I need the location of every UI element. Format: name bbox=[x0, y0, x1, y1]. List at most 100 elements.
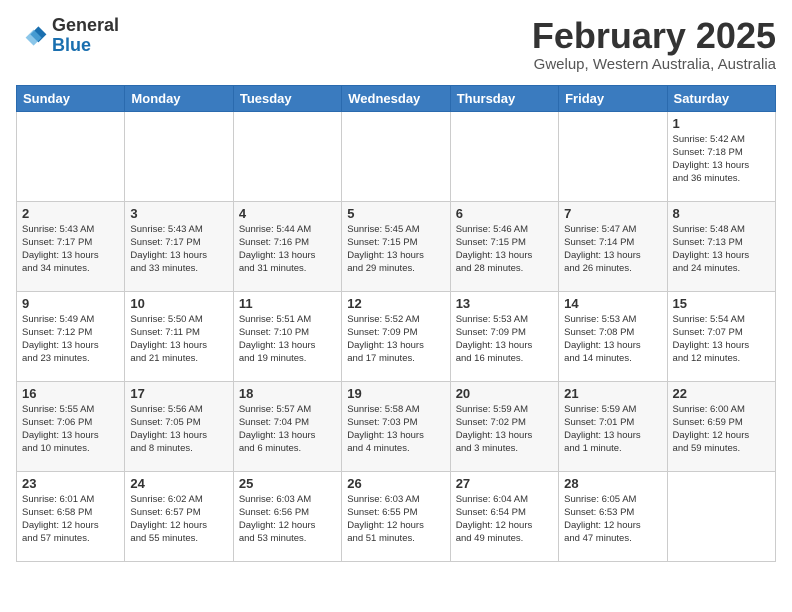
day-info: Sunrise: 6:00 AM Sunset: 6:59 PM Dayligh… bbox=[673, 403, 770, 456]
calendar-cell: 22 Sunrise: 6:00 AM Sunset: 6:59 PM Dayli… bbox=[667, 381, 775, 471]
calendar-cell: 13 Sunrise: 5:53 AM Sunset: 7:09 PM Dayli… bbox=[450, 291, 558, 381]
calendar-cell: 21Sunrise: 5:59 AM Sunset: 7:01 PM Dayli… bbox=[559, 381, 667, 471]
day-info: Sunrise: 5:59 AM Sunset: 7:02 PM Dayligh… bbox=[456, 403, 553, 456]
calendar-cell bbox=[667, 471, 775, 561]
day-number: 17 bbox=[130, 386, 227, 401]
day-number: 13 bbox=[456, 296, 553, 311]
day-info: Sunrise: 6:04 AM Sunset: 6:54 PM Dayligh… bbox=[456, 493, 553, 546]
day-number: 4 bbox=[239, 206, 336, 221]
day-info: Sunrise: 5:57 AM Sunset: 7:04 PM Dayligh… bbox=[239, 403, 336, 456]
header: General Blue February 2025 Gwelup, Weste… bbox=[16, 16, 776, 73]
calendar-cell: 23 Sunrise: 6:01 AM Sunset: 6:58 PM Dayli… bbox=[17, 471, 125, 561]
calendar-cell: 10 Sunrise: 5:50 AM Sunset: 7:11 PM Dayli… bbox=[125, 291, 233, 381]
logo-general-text: General bbox=[52, 15, 119, 35]
calendar-week-3: 9 Sunrise: 5:49 AM Sunset: 7:12 PM Daylig… bbox=[17, 291, 776, 381]
day-info: Sunrise: 5:43 AM Sunset: 7:17 PM Dayligh… bbox=[22, 223, 119, 276]
calendar-cell bbox=[233, 111, 341, 201]
day-number: 22 bbox=[673, 386, 770, 401]
day-number: 1 bbox=[673, 116, 770, 131]
day-info: Sunrise: 5:59 AM Sunset: 7:01 PM Dayligh… bbox=[564, 403, 661, 456]
calendar-header-row: SundayMondayTuesdayWednesdayThursdayFrid… bbox=[17, 85, 776, 111]
day-info: Sunrise: 5:52 AM Sunset: 7:09 PM Dayligh… bbox=[347, 313, 444, 366]
calendar-cell: 28Sunrise: 6:05 AM Sunset: 6:53 PM Dayli… bbox=[559, 471, 667, 561]
calendar-week-5: 23 Sunrise: 6:01 AM Sunset: 6:58 PM Dayli… bbox=[17, 471, 776, 561]
day-number: 16 bbox=[22, 386, 119, 401]
day-header-thursday: Thursday bbox=[450, 85, 558, 111]
day-info: Sunrise: 5:43 AM Sunset: 7:17 PM Dayligh… bbox=[130, 223, 227, 276]
day-info: Sunrise: 5:54 AM Sunset: 7:07 PM Dayligh… bbox=[673, 313, 770, 366]
calendar-cell: 20 Sunrise: 5:59 AM Sunset: 7:02 PM Dayli… bbox=[450, 381, 558, 471]
day-number: 7 bbox=[564, 206, 661, 221]
day-number: 2 bbox=[22, 206, 119, 221]
calendar-cell: 26 Sunrise: 6:03 AM Sunset: 6:55 PM Dayli… bbox=[342, 471, 450, 561]
calendar-cell: 1 Sunrise: 5:42 AM Sunset: 7:18 PM Daylig… bbox=[667, 111, 775, 201]
day-info: Sunrise: 5:53 AM Sunset: 7:08 PM Dayligh… bbox=[564, 313, 661, 366]
day-info: Sunrise: 6:02 AM Sunset: 6:57 PM Dayligh… bbox=[130, 493, 227, 546]
day-number: 26 bbox=[347, 476, 444, 491]
day-number: 14 bbox=[564, 296, 661, 311]
day-info: Sunrise: 5:44 AM Sunset: 7:16 PM Dayligh… bbox=[239, 223, 336, 276]
day-info: Sunrise: 5:48 AM Sunset: 7:13 PM Dayligh… bbox=[673, 223, 770, 276]
day-number: 27 bbox=[456, 476, 553, 491]
month-year-title: February 2025 bbox=[532, 16, 776, 56]
location-subtitle: Gwelup, Western Australia, Australia bbox=[532, 56, 776, 73]
day-header-wednesday: Wednesday bbox=[342, 85, 450, 111]
day-info: Sunrise: 5:49 AM Sunset: 7:12 PM Dayligh… bbox=[22, 313, 119, 366]
day-info: Sunrise: 5:51 AM Sunset: 7:10 PM Dayligh… bbox=[239, 313, 336, 366]
day-number: 18 bbox=[239, 386, 336, 401]
calendar-cell: 2 Sunrise: 5:43 AM Sunset: 7:17 PM Daylig… bbox=[17, 201, 125, 291]
calendar-cell bbox=[342, 111, 450, 201]
logo-blue-text: Blue bbox=[52, 35, 91, 55]
day-number: 25 bbox=[239, 476, 336, 491]
calendar-cell: 6 Sunrise: 5:46 AM Sunset: 7:15 PM Daylig… bbox=[450, 201, 558, 291]
calendar-cell: 12 Sunrise: 5:52 AM Sunset: 7:09 PM Dayli… bbox=[342, 291, 450, 381]
day-info: Sunrise: 5:47 AM Sunset: 7:14 PM Dayligh… bbox=[564, 223, 661, 276]
calendar-cell: 27 Sunrise: 6:04 AM Sunset: 6:54 PM Dayli… bbox=[450, 471, 558, 561]
calendar-cell: 4 Sunrise: 5:44 AM Sunset: 7:16 PM Daylig… bbox=[233, 201, 341, 291]
calendar-cell: 19 Sunrise: 5:58 AM Sunset: 7:03 PM Dayli… bbox=[342, 381, 450, 471]
day-info: Sunrise: 6:01 AM Sunset: 6:58 PM Dayligh… bbox=[22, 493, 119, 546]
day-info: Sunrise: 5:55 AM Sunset: 7:06 PM Dayligh… bbox=[22, 403, 119, 456]
day-info: Sunrise: 5:58 AM Sunset: 7:03 PM Dayligh… bbox=[347, 403, 444, 456]
calendar-cell: 15 Sunrise: 5:54 AM Sunset: 7:07 PM Dayli… bbox=[667, 291, 775, 381]
day-header-friday: Friday bbox=[559, 85, 667, 111]
logo-icon bbox=[16, 20, 48, 52]
day-info: Sunrise: 5:50 AM Sunset: 7:11 PM Dayligh… bbox=[130, 313, 227, 366]
day-header-tuesday: Tuesday bbox=[233, 85, 341, 111]
day-number: 20 bbox=[456, 386, 553, 401]
day-number: 6 bbox=[456, 206, 553, 221]
day-header-monday: Monday bbox=[125, 85, 233, 111]
day-info: Sunrise: 5:56 AM Sunset: 7:05 PM Dayligh… bbox=[130, 403, 227, 456]
day-number: 24 bbox=[130, 476, 227, 491]
calendar-table: SundayMondayTuesdayWednesdayThursdayFrid… bbox=[16, 85, 776, 562]
calendar-week-2: 2 Sunrise: 5:43 AM Sunset: 7:17 PM Daylig… bbox=[17, 201, 776, 291]
day-number: 19 bbox=[347, 386, 444, 401]
day-number: 3 bbox=[130, 206, 227, 221]
day-info: Sunrise: 5:53 AM Sunset: 7:09 PM Dayligh… bbox=[456, 313, 553, 366]
calendar-cell bbox=[125, 111, 233, 201]
day-number: 10 bbox=[130, 296, 227, 311]
calendar-cell: 5 Sunrise: 5:45 AM Sunset: 7:15 PM Daylig… bbox=[342, 201, 450, 291]
day-info: Sunrise: 5:42 AM Sunset: 7:18 PM Dayligh… bbox=[673, 133, 770, 186]
calendar-cell: 9 Sunrise: 5:49 AM Sunset: 7:12 PM Daylig… bbox=[17, 291, 125, 381]
calendar-week-4: 16 Sunrise: 5:55 AM Sunset: 7:06 PM Dayli… bbox=[17, 381, 776, 471]
calendar-cell: 8 Sunrise: 5:48 AM Sunset: 7:13 PM Daylig… bbox=[667, 201, 775, 291]
day-number: 12 bbox=[347, 296, 444, 311]
calendar-cell: 18 Sunrise: 5:57 AM Sunset: 7:04 PM Dayli… bbox=[233, 381, 341, 471]
calendar-cell: 11 Sunrise: 5:51 AM Sunset: 7:10 PM Dayli… bbox=[233, 291, 341, 381]
logo-text: General Blue bbox=[52, 16, 119, 56]
calendar-cell: 16 Sunrise: 5:55 AM Sunset: 7:06 PM Dayli… bbox=[17, 381, 125, 471]
day-number: 9 bbox=[22, 296, 119, 311]
day-info: Sunrise: 5:46 AM Sunset: 7:15 PM Dayligh… bbox=[456, 223, 553, 276]
day-info: Sunrise: 5:45 AM Sunset: 7:15 PM Dayligh… bbox=[347, 223, 444, 276]
calendar-cell: 3 Sunrise: 5:43 AM Sunset: 7:17 PM Daylig… bbox=[125, 201, 233, 291]
day-info: Sunrise: 6:03 AM Sunset: 6:55 PM Dayligh… bbox=[347, 493, 444, 546]
calendar-cell bbox=[17, 111, 125, 201]
calendar-cell: 14 Sunrise: 5:53 AM Sunset: 7:08 PM Dayli… bbox=[559, 291, 667, 381]
day-number: 23 bbox=[22, 476, 119, 491]
title-block: February 2025 Gwelup, Western Australia,… bbox=[532, 16, 776, 73]
day-number: 8 bbox=[673, 206, 770, 221]
day-number: 11 bbox=[239, 296, 336, 311]
day-number: 15 bbox=[673, 296, 770, 311]
day-number: 5 bbox=[347, 206, 444, 221]
